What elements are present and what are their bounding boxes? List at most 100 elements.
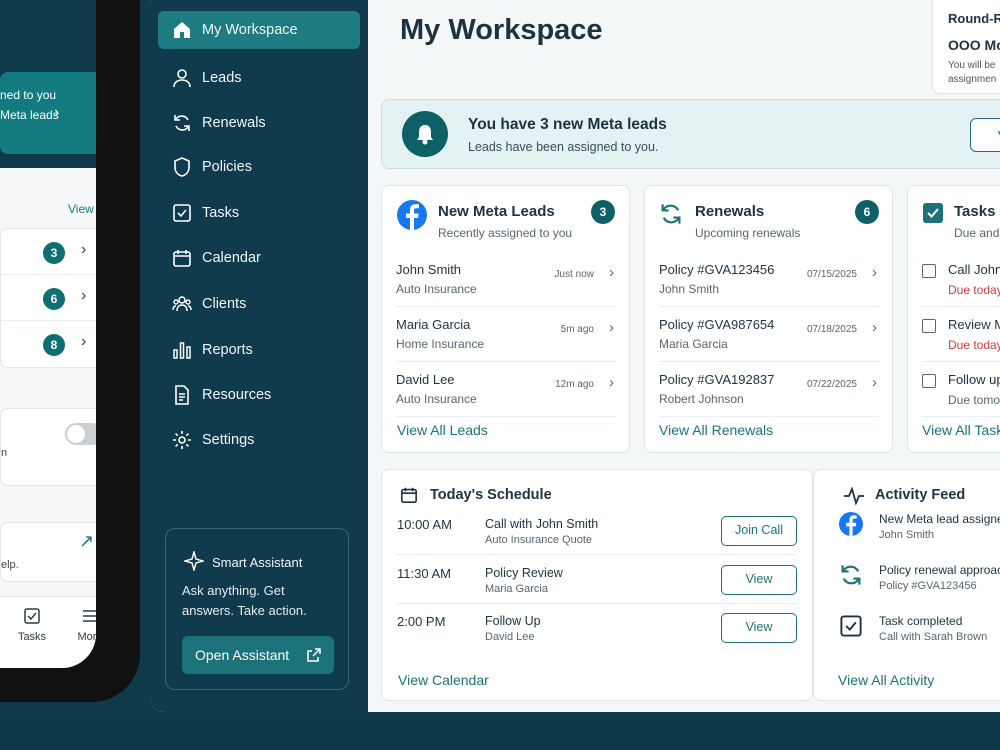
sidebar-item-reports[interactable]: Reports	[158, 331, 360, 369]
sidebar-item-label: My Workspace	[202, 22, 298, 38]
sidebar-item-resources[interactable]: Resources	[158, 376, 360, 414]
count-badge: 6	[43, 288, 65, 310]
view-all-renewals-link[interactable]: View All Renewals	[659, 422, 773, 438]
assistant-title: Smart Assistant	[212, 555, 303, 570]
join-call-button[interactable]: Join Call	[721, 516, 797, 546]
card-title: Today's Schedule	[430, 487, 552, 503]
list-item[interactable]: 8 ›	[1, 321, 96, 367]
view-all-activity-link[interactable]: View All Activity	[838, 672, 934, 688]
view-calendar-link[interactable]: View Calendar	[398, 672, 489, 688]
sidebar-item-label: Clients	[202, 296, 247, 312]
sidebar-item-label: Settings	[202, 432, 255, 448]
lead-row[interactable]: David Lee Auto Insurance 12m ago ›	[396, 362, 616, 417]
toggle-knob	[67, 425, 85, 443]
activity-item[interactable]: Policy renewal approac Policy #GVA123456	[839, 559, 1000, 609]
phone-toggle[interactable]	[65, 423, 96, 445]
chevron-right-icon: ›	[872, 264, 877, 281]
phone-tab-more[interactable]: More	[68, 607, 96, 643]
task-row[interactable]: Call John Due today	[922, 252, 1000, 307]
view-all-leads-link[interactable]: View All Leads	[397, 422, 488, 438]
lead-row[interactable]: Maria Garcia Home Insurance 5m ago ›	[396, 307, 616, 362]
sidebar-item-clients[interactable]: Clients	[158, 285, 360, 323]
event-time: 10:00 AM	[397, 517, 452, 532]
refresh-icon	[174, 115, 190, 131]
lead-time: 5m ago	[560, 324, 594, 335]
sidebar-item-renewals[interactable]: Renewals	[158, 104, 360, 142]
event-detail: Auto Insurance Quote	[485, 534, 593, 546]
event-title: Follow Up	[485, 614, 541, 628]
sidebar-item-tasks[interactable]: Tasks	[158, 194, 360, 232]
phone-help-text: elp.	[1, 559, 19, 571]
view-leads-button[interactable]: V	[970, 118, 1000, 152]
renewal-row[interactable]: Policy #GVA123456 John Smith 07/15/2025 …	[659, 252, 879, 307]
menu-icon	[68, 607, 96, 625]
task-checkbox[interactable]	[922, 374, 936, 388]
renewals-card: Renewals Upcoming renewals 6 Policy #GVA…	[644, 185, 893, 453]
tasks-card: Tasks Due and Call John Due today Review…	[907, 185, 1000, 453]
renewal-row[interactable]: Policy #GVA192837 Robert Johnson 07/22/2…	[659, 362, 879, 417]
page-title: My Workspace	[400, 14, 603, 46]
phone-banner-line1: ned to you	[0, 88, 57, 102]
shield-icon	[174, 157, 190, 177]
phone-summary-list: 3 › 6 › 8 ›	[0, 228, 96, 368]
phone-mockup: ned to you Meta leads › View All 3 › 6 ›…	[0, 0, 140, 702]
view-all-tasks-link[interactable]: View All Task	[922, 422, 1000, 438]
renewal-row[interactable]: Policy #GVA987654 Maria Garcia 07/18/202…	[659, 307, 879, 362]
card-title: Activity Feed	[875, 487, 966, 503]
card-title: Renewals	[695, 203, 765, 220]
lead-name: David Lee	[396, 372, 455, 387]
client-name: John Smith	[659, 282, 720, 296]
task-checkbox[interactable]	[922, 264, 936, 278]
lead-type: Auto Insurance	[396, 392, 477, 406]
phone-lead-banner[interactable]: ned to you Meta leads ›	[0, 72, 96, 154]
schedule-row: 11:30 AM Policy Review Maria Garcia View	[397, 556, 797, 604]
sidebar-item-label: Resources	[202, 387, 272, 403]
renewal-date: 07/22/2025	[806, 379, 857, 390]
lead-row[interactable]: John Smith Auto Insurance Just now ›	[396, 252, 616, 307]
new-leads-banner: You have 3 new Meta leads Leads have bee…	[381, 99, 1000, 169]
task-row[interactable]: Follow up Due tomor	[922, 362, 1000, 417]
activity-detail: John Smith	[879, 529, 935, 541]
card-subtitle: Recently assigned to you	[438, 226, 573, 240]
lead-name: John Smith	[396, 262, 462, 277]
phone-tab-tasks[interactable]: Tasks	[10, 607, 54, 643]
renewal-date: 07/15/2025	[806, 269, 857, 280]
schedule-row: 2:00 PM Follow Up David Lee View	[397, 604, 797, 652]
round-robin-status: OOO Mo	[948, 37, 1000, 53]
lead-type: Auto Insurance	[396, 282, 477, 296]
phone-view-all-link[interactable]: View All	[68, 202, 96, 216]
open-assistant-button[interactable]: Open Assistant	[182, 636, 334, 674]
background-strip	[0, 718, 1000, 750]
sidebar-item-calendar[interactable]: Calendar	[158, 239, 360, 277]
open-assistant-label: Open Assistant	[195, 647, 290, 663]
task-checkbox[interactable]	[922, 319, 936, 333]
lead-name: Maria Garcia	[396, 317, 471, 332]
phone-tab-label: Tasks	[17, 631, 47, 643]
home-icon	[174, 22, 190, 38]
activity-item[interactable]: Task completed Call with Sarah Brown	[839, 610, 1000, 660]
view-event-button[interactable]: View	[721, 565, 797, 595]
sidebar-item-leads[interactable]: Leads	[158, 59, 360, 97]
activity-icon	[844, 487, 864, 505]
sidebar-item-policies[interactable]: Policies	[158, 148, 360, 186]
checkbox-icon	[10, 607, 54, 625]
sidebar-item-label: Calendar	[202, 250, 261, 266]
chevron-right-icon: ›	[609, 319, 614, 336]
sidebar-item-my-workspace[interactable]: My Workspace	[158, 11, 360, 49]
refresh-icon	[661, 204, 681, 224]
calendar-icon	[400, 487, 418, 504]
chevron-right-icon: ›	[609, 374, 614, 391]
list-item[interactable]: 3 ›	[1, 229, 96, 275]
calendar-icon	[173, 250, 191, 267]
sidebar-item-settings[interactable]: Settings	[158, 421, 360, 459]
chevron-right-icon: ›	[54, 104, 60, 121]
view-event-button[interactable]: View	[721, 613, 797, 643]
list-item[interactable]: 6 ›	[1, 275, 96, 321]
sidebar-item-label: Policies	[202, 159, 252, 175]
phone-help-card[interactable]: elp. ↗	[0, 522, 96, 582]
event-detail: Maria Garcia	[485, 583, 548, 595]
users-icon	[172, 296, 192, 312]
activity-item[interactable]: New Meta lead assigne John Smith	[839, 508, 1000, 558]
task-row[interactable]: Review M Due today	[922, 307, 1000, 362]
count-badge: 3	[591, 200, 615, 224]
